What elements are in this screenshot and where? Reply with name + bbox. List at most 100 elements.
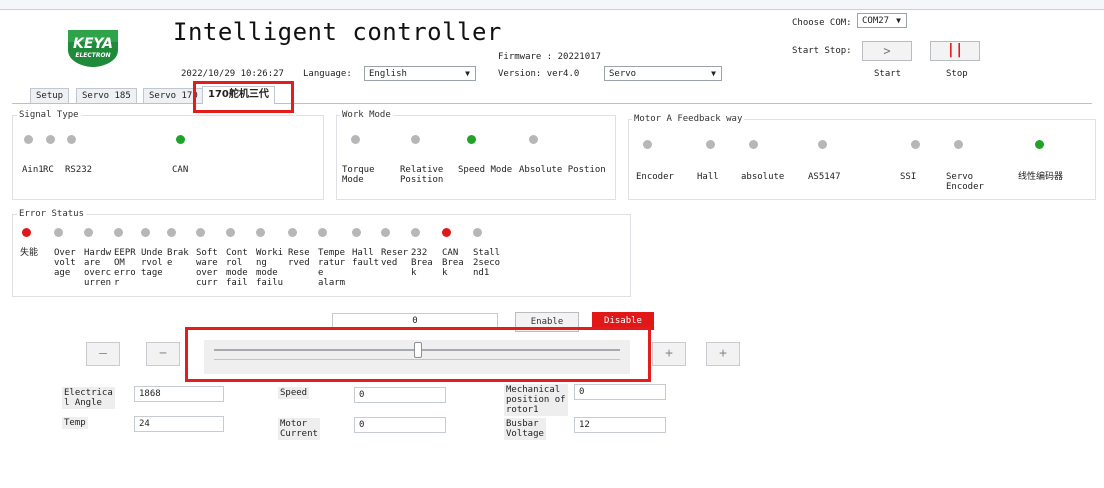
error-status-label: Worki ng mode failu	[256, 248, 284, 288]
error-status-indicator-icon	[196, 228, 205, 237]
feedback-label: absolute	[741, 172, 785, 182]
readout-label: Busbar Voltage	[504, 418, 546, 440]
signal-type-label: RS232	[65, 165, 93, 175]
error-status-indicator-icon	[381, 228, 390, 237]
increase-small-button[interactable]: +	[652, 342, 686, 366]
chevron-down-icon: ▼	[711, 69, 716, 78]
work-mode-label: Torque Mode	[342, 165, 375, 185]
work-mode-indicator-icon	[411, 135, 420, 144]
start-button[interactable]: >	[862, 41, 912, 61]
readout-label: Motor Current	[278, 418, 320, 440]
error-status-indicator-icon	[141, 228, 150, 237]
error-status-label: EEPR OM erro r	[114, 248, 136, 288]
feedback-label: Encoder	[636, 172, 674, 182]
feedback-label: SSI	[900, 172, 917, 182]
readout-value-field[interactable]: 12	[574, 417, 666, 433]
work-mode-label: Speed Mode	[458, 165, 513, 175]
feedback-label: Hall	[697, 172, 719, 182]
feedback-label: AS5147	[808, 172, 841, 182]
error-status-indicator-icon	[54, 228, 63, 237]
error-status-indicator-icon	[256, 228, 265, 237]
error-status-label: Soft ware over curr	[196, 248, 218, 288]
work-mode-indicator-icon	[351, 135, 360, 144]
signal-type-indicator-icon	[176, 135, 185, 144]
work-mode-title: Work Mode	[340, 110, 393, 120]
error-status-label: Brak e	[167, 248, 189, 268]
tab-setup[interactable]: Setup	[30, 88, 70, 103]
readout-label: Speed	[278, 387, 310, 399]
error-status-label: Hardw are overc urren	[84, 248, 112, 288]
error-status-label: Rese rved	[288, 248, 310, 268]
readout-label: Electrica l Angle	[62, 387, 115, 409]
feedback-group	[628, 119, 1096, 200]
feedback-label: Servo Encoder	[946, 172, 984, 192]
feedback-title: Motor A Feedback way	[632, 114, 745, 124]
window-top-strip	[0, 0, 1104, 10]
feedback-indicator-icon	[954, 140, 963, 149]
com-select[interactable]: COM27 ▼	[857, 13, 907, 28]
stop-button[interactable]: ||	[930, 41, 980, 61]
signal-type-group	[12, 115, 324, 200]
decrease-large-button[interactable]: —	[86, 342, 120, 366]
language-select[interactable]: English ▼	[364, 66, 476, 81]
error-status-label: Stall 2seco nd1	[473, 248, 501, 278]
language-label: Language:	[303, 69, 352, 79]
readout-value-field[interactable]: 0	[354, 387, 446, 403]
error-status-indicator-icon	[167, 228, 176, 237]
signal-type-indicator-icon	[46, 135, 55, 144]
error-status-label: Over volt age	[54, 248, 76, 278]
com-select-value: COM27	[862, 16, 890, 26]
error-status-indicator-icon	[473, 228, 482, 237]
readout-value-field[interactable]: 1868	[134, 386, 224, 402]
firmware-label: Firmware : 20221017	[498, 52, 601, 62]
pause-icon: ||	[946, 42, 964, 58]
com-label: Choose COM:	[792, 18, 852, 28]
feedback-indicator-icon	[911, 140, 920, 149]
signal-type-indicator-icon	[24, 135, 33, 144]
readout-label: Temp	[62, 417, 88, 429]
logo-subtext: ELECTRON	[75, 52, 111, 59]
start-caption: Start	[874, 69, 902, 79]
signal-type-label: RC	[43, 165, 54, 175]
work-mode-label: Absolute Postion	[519, 165, 606, 175]
decrease-small-button[interactable]: −	[146, 342, 180, 366]
error-status-label: 失能	[20, 248, 39, 258]
mode-select[interactable]: Servo ▼	[604, 66, 722, 81]
start-stop-label: Start Stop:	[792, 46, 852, 56]
error-status-indicator-icon	[84, 228, 93, 237]
error-status-label: 232 Brea k	[411, 248, 433, 278]
work-mode-group	[336, 115, 616, 200]
feedback-indicator-icon	[749, 140, 758, 149]
highlight-box-tab	[193, 81, 294, 113]
error-status-indicator-icon	[114, 228, 123, 237]
work-mode-indicator-icon	[529, 135, 538, 144]
highlight-box-slider	[185, 327, 651, 382]
chevron-down-icon: ▼	[465, 69, 470, 78]
signal-type-label: CAN	[172, 165, 189, 175]
readout-value-field[interactable]: 24	[134, 416, 224, 432]
readout-value-field[interactable]: 0	[354, 417, 446, 433]
feedback-indicator-icon	[706, 140, 715, 149]
app-title: Intelligent controller	[173, 18, 502, 46]
feedback-indicator-icon	[643, 140, 652, 149]
error-status-label: CAN Brea k	[442, 248, 464, 278]
error-status-indicator-icon	[288, 228, 297, 237]
work-mode-label: Relative Position	[400, 165, 444, 185]
signal-type-title: Signal Type	[17, 110, 81, 120]
error-status-indicator-icon	[226, 228, 235, 237]
feedback-indicator-icon	[1035, 140, 1044, 149]
language-select-value: English	[369, 69, 407, 79]
datetime-display: 2022/10/29 10:26:27	[181, 69, 284, 79]
error-status-label: Hall fault	[352, 248, 380, 268]
tab-servo-185[interactable]: Servo 185	[76, 88, 137, 103]
work-mode-indicator-icon	[467, 135, 476, 144]
error-status-label: Cont rol mode fail	[226, 248, 248, 288]
error-status-label: Tempe ratur e alarm	[318, 248, 346, 288]
increase-large-button[interactable]: +	[706, 342, 740, 366]
feedback-label: 线性编码器	[1018, 172, 1064, 182]
feedback-indicator-icon	[818, 140, 827, 149]
error-status-label: Reser ved	[381, 248, 409, 268]
logo-text: KEYA	[72, 36, 114, 52]
readout-value-field[interactable]: 0	[574, 384, 666, 400]
play-arrow-icon: >	[883, 44, 891, 58]
